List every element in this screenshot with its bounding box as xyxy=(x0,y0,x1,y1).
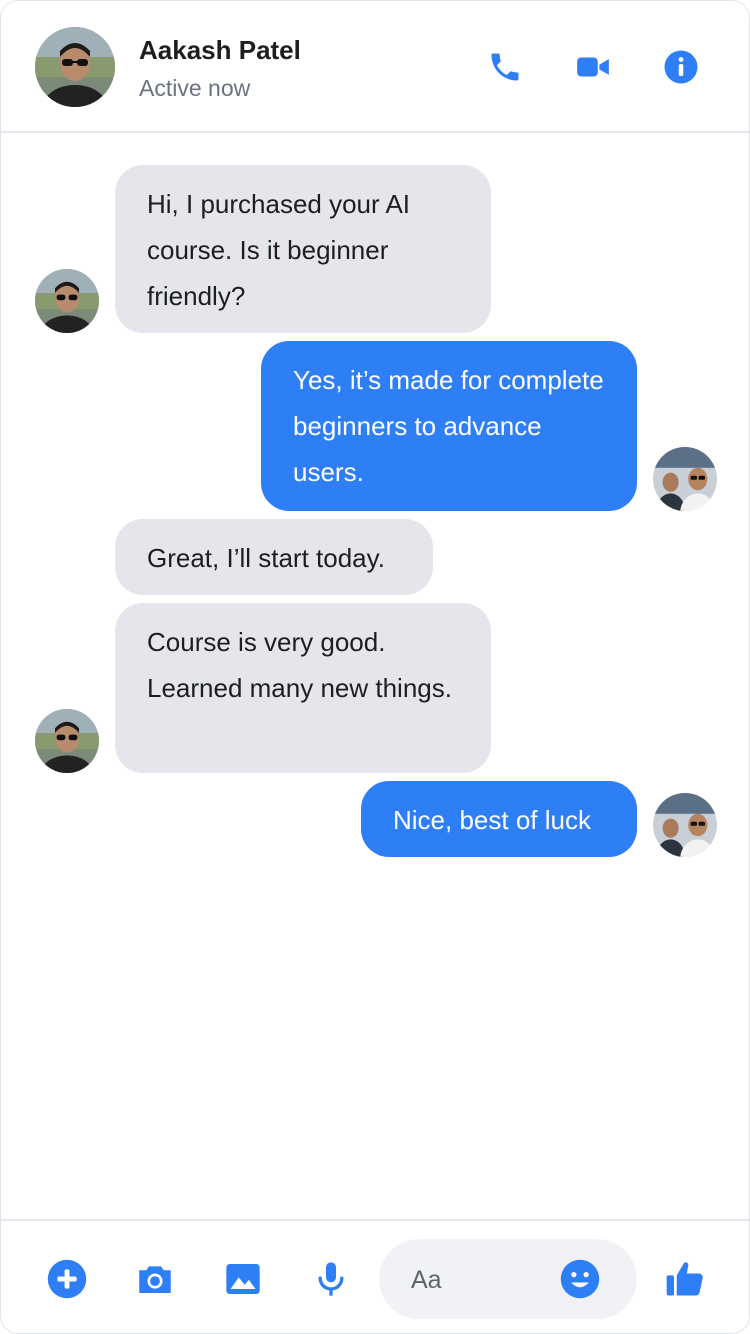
user-avatar-small xyxy=(653,447,717,511)
composer-bar xyxy=(1,1219,749,1333)
message-incoming: Course is very good. Learned many new th… xyxy=(115,603,491,773)
message-outgoing: Nice, best of luck xyxy=(361,781,637,857)
message-input[interactable] xyxy=(409,1257,563,1303)
thumbs-up-icon[interactable] xyxy=(663,1257,707,1301)
image-icon[interactable] xyxy=(221,1257,265,1301)
contact-status: Active now xyxy=(139,75,251,101)
info-icon[interactable] xyxy=(661,47,701,87)
user-avatar-small xyxy=(653,793,717,857)
contact-avatar-small xyxy=(35,269,99,333)
message-outgoing: Yes, it’s made for complete beginners to… xyxy=(261,341,637,511)
message-incoming: Hi, I purchased your AI course. Is it be… xyxy=(115,165,491,333)
emoji-icon[interactable] xyxy=(559,1258,601,1300)
microphone-icon[interactable] xyxy=(309,1257,353,1301)
plus-icon[interactable] xyxy=(45,1257,89,1301)
phone-icon[interactable] xyxy=(485,47,525,87)
contact-avatar-small xyxy=(35,709,99,773)
video-camera-icon[interactable] xyxy=(573,47,613,87)
chat-window: Aakash Patel Active now Hi, I purchased … xyxy=(0,0,750,1334)
contact-avatar[interactable] xyxy=(35,27,115,107)
chat-header: Aakash Patel Active now xyxy=(1,1,749,133)
message-composer xyxy=(379,1239,637,1319)
contact-name: Aakash Patel xyxy=(139,35,301,65)
camera-icon[interactable] xyxy=(133,1257,177,1301)
message-incoming: Great, I’ll start today. xyxy=(115,519,433,595)
